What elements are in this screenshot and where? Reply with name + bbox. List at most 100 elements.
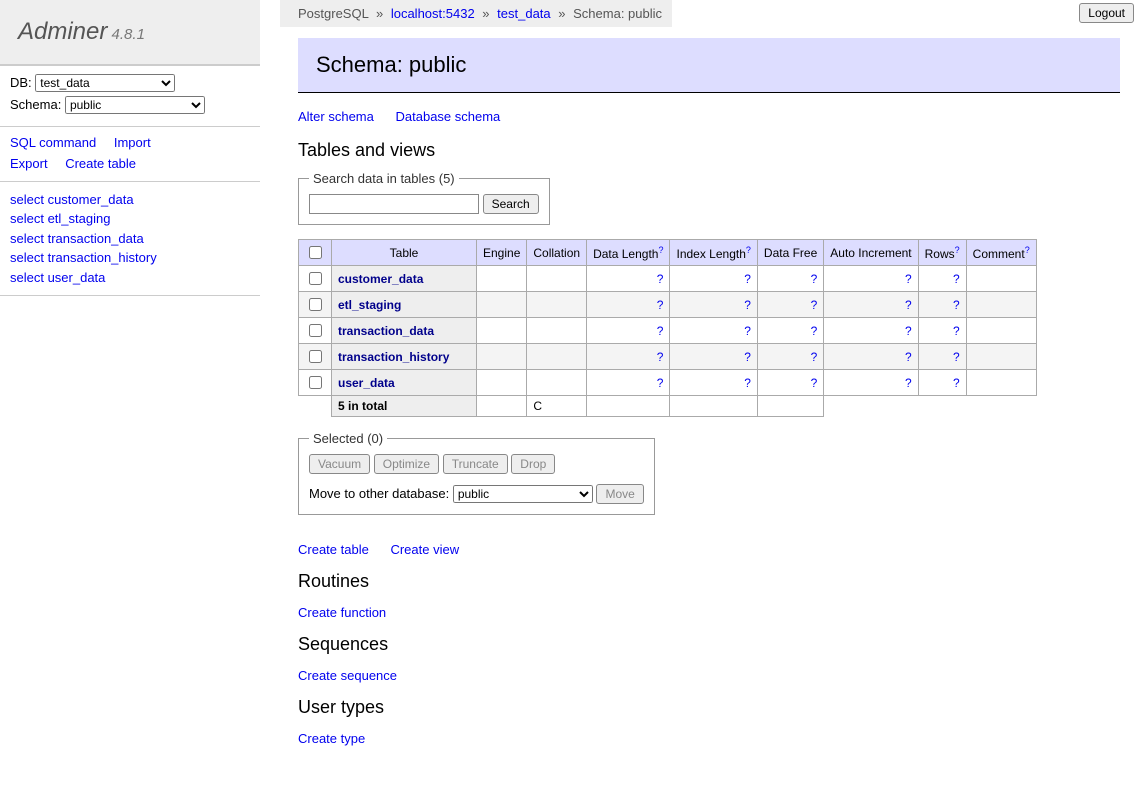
logout-container: Logout — [1079, 3, 1134, 23]
tables-heading: Tables and views — [298, 140, 1120, 161]
cell-value-link[interactable]: ? — [953, 350, 960, 364]
row-check[interactable] — [309, 298, 322, 311]
col-comment: Comment? — [966, 240, 1036, 266]
cell-value-link[interactable]: ? — [905, 298, 912, 312]
breadcrumb-database[interactable]: test_data — [497, 6, 551, 21]
row-check[interactable] — [309, 376, 322, 389]
move-label: Move to other database: — [309, 486, 449, 501]
cell-value-link[interactable]: ? — [657, 350, 664, 364]
col-auto-increment: Auto Increment — [824, 240, 918, 266]
cell-value-link[interactable]: ? — [953, 324, 960, 338]
cell-value-link[interactable]: ? — [905, 324, 912, 338]
database-schema-link[interactable]: Database schema — [396, 109, 501, 124]
cell-value-link[interactable]: ? — [905, 376, 912, 390]
cell-value-link[interactable]: ? — [811, 272, 818, 286]
create-type-link[interactable]: Create type — [298, 731, 365, 746]
move-button[interactable] — [596, 484, 643, 504]
create-table-link-sidebar[interactable]: Create table — [65, 154, 136, 175]
cell-value-link[interactable]: ? — [744, 298, 751, 312]
logout-button[interactable]: Logout — [1079, 3, 1134, 23]
cell-value-link[interactable]: ? — [953, 298, 960, 312]
table-name-link[interactable]: transaction_history — [338, 350, 449, 364]
schema-action-links: Alter schema Database schema — [298, 109, 1120, 124]
sidebar-table-link[interactable]: select transaction_history — [10, 248, 250, 268]
vacuum-button[interactable] — [309, 454, 370, 474]
cell-value-link[interactable]: ? — [905, 272, 912, 286]
col-data-length: Data Length? — [587, 240, 670, 266]
table-row: user_data ? ? ? ? ? — [299, 370, 1037, 396]
footer-total: 5 in total — [332, 396, 477, 417]
table-footer-row: 5 in total C — [299, 396, 1037, 417]
col-engine: Engine — [477, 240, 527, 266]
check-all[interactable] — [309, 246, 322, 259]
sidebar: Adminer 4.8.1 DB: test_data Schema: publ… — [0, 0, 260, 296]
cell-value-link[interactable]: ? — [744, 272, 751, 286]
brand-version: 4.8.1 — [112, 26, 145, 43]
cell-value-link[interactable]: ? — [744, 376, 751, 390]
cell-value-link[interactable]: ? — [657, 376, 664, 390]
create-function-link[interactable]: Create function — [298, 605, 386, 620]
drop-button[interactable] — [511, 454, 555, 474]
table-name-link[interactable]: etl_staging — [338, 298, 401, 312]
row-check[interactable] — [309, 324, 322, 337]
sidebar-table-link[interactable]: select etl_staging — [10, 209, 250, 229]
cell-value-link[interactable]: ? — [657, 324, 664, 338]
create-table-link[interactable]: Create table — [298, 542, 369, 557]
row-check[interactable] — [309, 272, 322, 285]
schema-label: Schema: — [10, 97, 61, 112]
create-view-link[interactable]: Create view — [390, 542, 459, 557]
cell-value-link[interactable]: ? — [744, 324, 751, 338]
db-select[interactable]: test_data — [35, 74, 175, 92]
cell-value-link[interactable]: ? — [811, 350, 818, 364]
breadcrumb-sep: » — [558, 6, 565, 21]
export-link[interactable]: Export — [10, 154, 48, 175]
create-sequence-link[interactable]: Create sequence — [298, 668, 397, 683]
cell-value-link[interactable]: ? — [657, 272, 664, 286]
search-input[interactable] — [309, 194, 479, 214]
db-label: DB: — [10, 75, 32, 90]
help-icon[interactable]: ? — [1025, 245, 1030, 255]
row-check[interactable] — [309, 350, 322, 363]
cell-value-link[interactable]: ? — [953, 376, 960, 390]
cell-value-link[interactable]: ? — [811, 324, 818, 338]
col-index-length: Index Length? — [670, 240, 757, 266]
sidebar-table-link[interactable]: select user_data — [10, 268, 250, 288]
sidebar-table-link[interactable]: select transaction_data — [10, 229, 250, 249]
search-fieldset: Search data in tables (5) — [298, 171, 550, 225]
brand-name: Adminer — [18, 18, 107, 45]
search-legend: Search data in tables (5) — [309, 171, 459, 186]
user-types-heading: User types — [298, 697, 1120, 718]
sidebar-table-link[interactable]: select customer_data — [10, 190, 250, 210]
cell-value-link[interactable]: ? — [905, 350, 912, 364]
sql-command-link[interactable]: SQL command — [10, 133, 96, 154]
table-name-link[interactable]: customer_data — [338, 272, 423, 286]
breadcrumb-current: Schema: public — [573, 6, 662, 21]
schema-select[interactable]: public — [65, 96, 205, 114]
cell-value-link[interactable]: ? — [744, 350, 751, 364]
search-button[interactable] — [483, 194, 539, 214]
move-target-select[interactable]: public — [453, 485, 593, 503]
sequences-heading: Sequences — [298, 634, 1120, 655]
cell-value-link[interactable]: ? — [953, 272, 960, 286]
routines-heading: Routines — [298, 571, 1120, 592]
breadcrumb-server[interactable]: localhost:5432 — [391, 6, 475, 21]
truncate-button[interactable] — [443, 454, 508, 474]
alter-schema-link[interactable]: Alter schema — [298, 109, 374, 124]
breadcrumb: PostgreSQL » localhost:5432 » test_data … — [280, 0, 672, 27]
help-icon[interactable]: ? — [955, 245, 960, 255]
col-check — [299, 240, 332, 266]
col-rows: Rows? — [918, 240, 966, 266]
cell-value-link[interactable]: ? — [657, 298, 664, 312]
help-icon[interactable]: ? — [658, 245, 663, 255]
table-row: transaction_data ? ? ? ? ? — [299, 318, 1037, 344]
cell-value-link[interactable]: ? — [811, 298, 818, 312]
help-icon[interactable]: ? — [746, 245, 751, 255]
import-link[interactable]: Import — [114, 133, 151, 154]
breadcrumb-sep: » — [482, 6, 489, 21]
col-data-free: Data Free — [757, 240, 823, 266]
breadcrumb-sep: » — [376, 6, 383, 21]
table-name-link[interactable]: user_data — [338, 376, 395, 390]
optimize-button[interactable] — [374, 454, 439, 474]
table-name-link[interactable]: transaction_data — [338, 324, 434, 338]
cell-value-link[interactable]: ? — [811, 376, 818, 390]
